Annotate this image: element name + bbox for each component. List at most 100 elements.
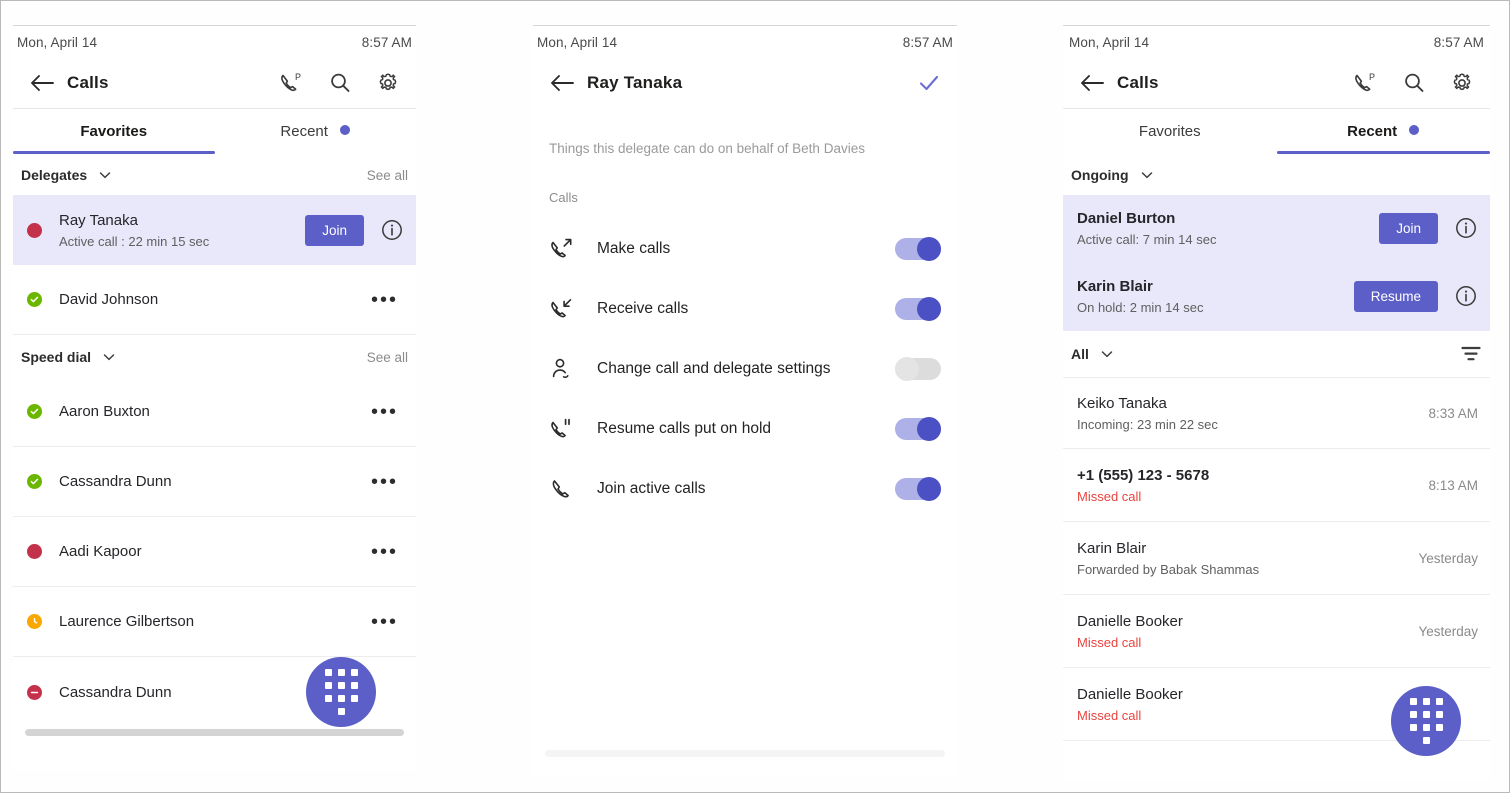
info-button[interactable] <box>1454 284 1478 308</box>
unread-dot-icon <box>340 125 351 135</box>
scroll-indicator[interactable] <box>545 750 945 757</box>
svg-text:P: P <box>295 72 301 82</box>
status-date: Mon, April 14 <box>17 35 98 50</box>
join-button[interactable]: Join <box>1379 212 1438 244</box>
more-options-icon[interactable]: ••• <box>365 290 404 310</box>
call-outgoing-icon <box>549 236 597 262</box>
table-row[interactable]: Karin Blair On hold: 2 min 14 sec Resume <box>1063 261 1490 331</box>
parked-calls-button[interactable]: P <box>268 71 316 95</box>
toggle-knob <box>917 417 941 441</box>
call-time: 8:33 AM <box>1428 405 1478 421</box>
table-row[interactable]: Cassandra Dunn ••• <box>13 447 416 517</box>
call-incoming-icon <box>549 296 597 322</box>
toggle-resume-calls[interactable] <box>895 417 941 441</box>
section-header-filter[interactable]: All <box>1063 331 1490 378</box>
svg-text:P: P <box>1369 72 1375 82</box>
tab-recent[interactable]: Recent <box>215 109 417 153</box>
table-row[interactable]: Aaron Buxton ••• <box>13 377 416 447</box>
presence-dnd-icon <box>27 684 42 700</box>
back-button[interactable] <box>537 73 587 93</box>
contact-status: Active call: 7 min 14 sec <box>1077 231 1217 247</box>
toggle-receive-calls[interactable] <box>895 297 941 321</box>
info-button[interactable] <box>380 218 404 242</box>
status-date: Mon, April 14 <box>537 35 618 50</box>
app-bar: Calls P <box>1063 57 1490 109</box>
more-options-icon[interactable]: ••• <box>365 612 404 632</box>
more-options-icon[interactable]: ••• <box>365 472 404 492</box>
phone-parked-icon: P <box>1355 72 1375 91</box>
confirm-button[interactable] <box>905 70 953 96</box>
filter-button[interactable] <box>1460 345 1482 363</box>
arrow-left-icon <box>31 74 54 91</box>
filter-icon <box>1461 346 1481 361</box>
contact-name: Cassandra Dunn <box>59 473 172 490</box>
call-detail: Incoming: 23 min 22 sec <box>1077 416 1218 432</box>
contact-name: Cassandra Dunn <box>59 683 172 701</box>
row-text: Ray Tanaka Active call : 22 min 15 sec <box>59 211 305 250</box>
chevron-down-icon[interactable] <box>1099 346 1115 362</box>
table-row[interactable]: Ray Tanaka Active call : 22 min 15 sec J… <box>13 195 416 265</box>
scroll-indicator[interactable] <box>25 729 404 736</box>
see-all-delegates-link[interactable]: See all <box>367 168 408 183</box>
section-header-ongoing[interactable]: Ongoing <box>1063 153 1490 195</box>
resume-button[interactable]: Resume <box>1353 280 1438 312</box>
table-row[interactable]: David Johnson ••• <box>13 265 416 335</box>
dialpad-icon <box>1409 698 1443 744</box>
join-button[interactable]: Join <box>305 214 364 246</box>
dialpad-fab-button[interactable] <box>306 657 376 727</box>
row-text: Laurence Gilbertson <box>59 612 365 631</box>
search-button[interactable] <box>1390 71 1438 95</box>
tab-recent[interactable]: Recent <box>1276 109 1490 154</box>
chevron-down-icon[interactable] <box>101 349 117 365</box>
back-button[interactable] <box>1067 73 1117 93</box>
section-label: Ongoing <box>1071 167 1129 183</box>
contact-name: Aadi Kapoor <box>59 543 142 560</box>
section-label: Delegates <box>21 167 88 183</box>
checkmark-icon <box>919 75 939 91</box>
toggle-change-settings[interactable] <box>895 357 941 381</box>
permission-row-join-active-calls[interactable]: Join active calls <box>533 459 957 519</box>
more-options-icon[interactable]: ••• <box>365 542 404 562</box>
parked-calls-button[interactable]: P <box>1342 71 1390 95</box>
permission-row-receive-calls[interactable]: Receive calls <box>533 279 957 339</box>
permission-row-change-settings[interactable]: Change call and delegate settings <box>533 339 957 399</box>
call-detail: Forwarded by Babak Shammas <box>1077 561 1260 577</box>
permission-label: Change call and delegate settings <box>597 360 831 377</box>
tab-active-indicator <box>1276 151 1490 154</box>
settings-button[interactable] <box>364 71 412 95</box>
contact-name: Karin Blair <box>1077 539 1147 557</box>
toggle-make-calls[interactable] <box>895 237 941 261</box>
back-button[interactable] <box>17 73 67 93</box>
table-row[interactable]: Keiko Tanaka Incoming: 23 min 22 sec 8:3… <box>1063 378 1490 449</box>
toggle-join-active-calls[interactable] <box>895 477 941 501</box>
row-text: Cassandra Dunn <box>59 472 365 491</box>
info-button[interactable] <box>1454 216 1478 240</box>
search-button[interactable] <box>316 71 364 95</box>
person-settings-icon <box>549 356 597 382</box>
section-header-speed-dial[interactable]: Speed dial See all <box>13 335 416 377</box>
status-time: 8:57 AM <box>902 35 953 50</box>
settings-button[interactable] <box>1438 71 1486 95</box>
table-row[interactable]: Danielle Booker Missed call Yesterday <box>1063 595 1490 668</box>
chevron-down-icon[interactable] <box>1139 167 1155 183</box>
permission-row-resume-calls[interactable]: Resume calls put on hold <box>533 399 957 459</box>
section-header-delegates[interactable]: Delegates See all <box>13 153 416 195</box>
table-row[interactable]: Laurence Gilbertson ••• <box>13 587 416 657</box>
table-row[interactable]: Karin Blair Forwarded by Babak Shammas Y… <box>1063 522 1490 595</box>
contact-name: Laurence Gilbertson <box>59 613 195 630</box>
dialpad-fab-button[interactable] <box>1391 686 1461 756</box>
toggle-knob <box>917 297 941 321</box>
row-text: Aaron Buxton <box>59 402 365 421</box>
permission-label: Receive calls <box>597 300 689 317</box>
tab-favorites[interactable]: Favorites <box>1063 109 1277 153</box>
section-label: Speed dial <box>21 349 92 365</box>
table-row[interactable]: Daniel Burton Active call: 7 min 14 sec … <box>1063 195 1490 261</box>
table-row[interactable]: Aadi Kapoor ••• <box>13 517 416 587</box>
chevron-down-icon[interactable] <box>97 167 113 183</box>
more-options-icon[interactable]: ••• <box>365 402 404 422</box>
see-all-speed-dial-link[interactable]: See all <box>367 350 408 365</box>
permission-row-make-calls[interactable]: Make calls <box>533 219 957 279</box>
phone-parked-icon: P <box>281 72 301 91</box>
table-row[interactable]: +1 (555) 123 - 5678 Missed call 8:13 AM <box>1063 449 1490 522</box>
tab-favorites[interactable]: Favorites <box>13 109 215 154</box>
